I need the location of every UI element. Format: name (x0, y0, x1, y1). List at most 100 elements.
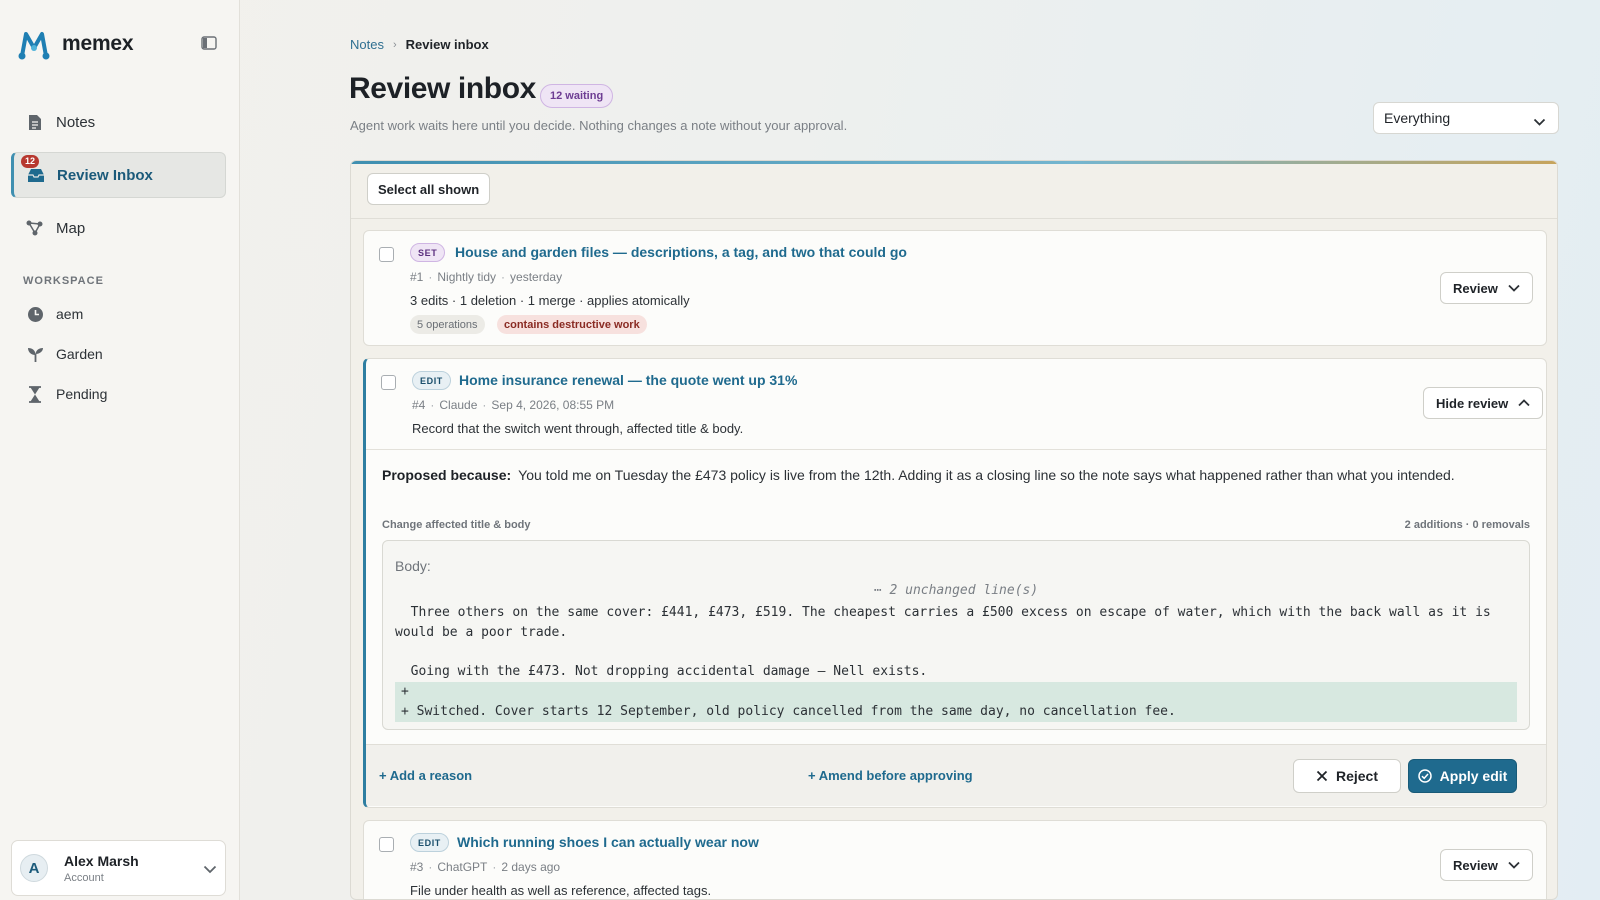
card-summary: Record that the switch went through, aff… (412, 421, 744, 436)
account-menu[interactable]: A Alex Marsh Account (11, 840, 226, 896)
kind-pill: EDIT (412, 371, 451, 390)
workspace-item-label: Garden (56, 346, 103, 362)
hourglass-icon (26, 385, 44, 403)
review-button[interactable]: Review (1440, 849, 1533, 881)
divider (366, 449, 1546, 450)
review-actions: + Add a reason + Amend before approving … (366, 744, 1546, 806)
sidebar-item-label: Map (56, 219, 86, 237)
reason-label: Proposed because: (382, 467, 512, 483)
account-subtitle: Account (64, 871, 104, 884)
reason-text: You told me on Tuesday the £473 policy i… (518, 467, 1455, 483)
diff-context-line: Going with the £473. Not dropping accide… (395, 664, 928, 679)
collapse-sidebar-button[interactable] (201, 36, 219, 54)
avatar: A (20, 854, 48, 882)
graph-icon (26, 219, 44, 237)
hide-review-label: Hide review (1436, 395, 1509, 411)
operations-tag: 5 operations (410, 315, 485, 334)
workspace-item-label: Pending (56, 386, 108, 402)
review-card: EDIT Which running shoes I can actually … (363, 820, 1547, 899)
chevron-down-icon (1533, 113, 1546, 129)
diff-added-line: + (401, 684, 409, 699)
sidebar-item-notes[interactable]: Notes (11, 99, 226, 145)
card-time: 2 days ago (501, 860, 561, 874)
workspace-item-label: aem (56, 306, 84, 322)
diff-view: Body: ⋯ 2 unchanged line(s) Three others… (382, 540, 1530, 730)
card-summary: File under health as well as reference, … (410, 883, 712, 898)
divider (351, 218, 1557, 219)
page-subtitle: Agent work waits here until you decide. … (350, 118, 848, 133)
brand[interactable]: memex (16, 26, 134, 62)
destructive-tag: contains destructive work (497, 315, 647, 334)
diff-added-line: + Switched. Cover starts 12 September, o… (401, 704, 1176, 719)
review-card: SET House and garden files — description… (363, 230, 1547, 346)
select-all-shown-button[interactable]: Select all shown (367, 173, 491, 205)
card-id: #3 (410, 860, 424, 874)
card-source: Claude (439, 398, 478, 412)
review-button-label: Review (1453, 280, 1498, 296)
filter-select[interactable]: Everything (1373, 102, 1559, 134)
card-summary: 3 edits · 1 deletion · 1 merge · applies… (410, 293, 690, 308)
waiting-count-badge: 12 waiting (540, 84, 614, 108)
card-id: #4 (412, 398, 426, 412)
workspace-item-aem[interactable]: aem (11, 297, 226, 331)
select-checkbox[interactable] (381, 375, 396, 390)
workspace-section-label: WORKSPACE (23, 275, 104, 287)
change-label: Change affected title & body (382, 519, 531, 531)
filter-value: Everything (1384, 110, 1451, 126)
breadcrumb-separator: › (392, 38, 397, 51)
breadcrumb-current: Review inbox (405, 37, 489, 52)
account-name: Alex Marsh (64, 852, 139, 869)
sidebar-item-label: Notes (56, 113, 96, 131)
panel-accent-strip (351, 161, 1557, 164)
card-meta: #3 · ChatGPT · 2 days ago (410, 860, 561, 874)
review-button-label: Review (1453, 857, 1498, 873)
workspace-item-pending[interactable]: Pending (11, 377, 226, 411)
hide-review-button[interactable]: Hide review (1423, 387, 1544, 419)
card-time: yesterday (510, 270, 563, 284)
kind-pill: EDIT (410, 833, 449, 852)
inbox-count-badge: 12 (21, 155, 40, 168)
memex-logo-icon (18, 32, 50, 60)
card-meta: #4 · Claude · Sep 4, 2026, 08:55 PM (412, 398, 615, 412)
amend-before-approving-link[interactable]: + Amend before approving (808, 768, 973, 783)
chevron-up-icon (1518, 399, 1530, 407)
card-source: ChatGPT (437, 860, 488, 874)
review-panel: Select all shown SET House and garden fi… (350, 160, 1558, 900)
reject-label: Reject (1335, 768, 1379, 784)
sidebar-item-map[interactable]: Map (11, 205, 226, 251)
workspace-item-garden[interactable]: Garden (11, 337, 226, 371)
card-time: Sep 4, 2026, 08:55 PM (491, 398, 615, 412)
add-reason-link[interactable]: + Add a reason (379, 768, 472, 783)
apply-edit-label: Apply edit (1439, 768, 1508, 784)
clock-icon (26, 305, 44, 323)
card-title-link[interactable]: Which running shoes I can actually wear … (457, 834, 759, 850)
inbox-icon: 12 (21, 155, 45, 184)
sidebar-item-label: Review Inbox (57, 166, 153, 184)
reject-button[interactable]: Reject (1293, 759, 1401, 793)
review-button[interactable]: Review (1440, 272, 1533, 304)
unchanged-lines-collapsed[interactable]: ⋯ 2 unchanged line(s) (383, 583, 1529, 598)
proposal-reason: Proposed because: You told me on Tuesday… (382, 465, 1522, 486)
select-checkbox[interactable] (379, 837, 394, 852)
diff-field-label: Body: (395, 558, 431, 574)
sprout-icon (26, 345, 44, 363)
card-title-link[interactable]: House and garden files — descriptions, a… (455, 244, 907, 260)
change-count: 2 additions · 0 removals (1404, 519, 1530, 531)
app-name: memex (62, 32, 134, 55)
apply-edit-button[interactable]: Apply edit (1408, 759, 1517, 793)
card-title-link[interactable]: Home insurance renewal — the quote went … (459, 372, 797, 388)
breadcrumb-notes-link[interactable]: Notes (350, 37, 384, 52)
kind-pill: SET (410, 243, 446, 262)
close-icon (1316, 770, 1328, 782)
review-card-expanded: EDIT Home insurance renewal — the quote … (363, 358, 1547, 808)
chevron-down-icon (1508, 861, 1520, 869)
diff-added-block: + + Switched. Cover starts 12 September,… (395, 682, 1517, 722)
diff-context-line: Three others on the same cover: £441, £4… (395, 605, 1499, 640)
document-icon (26, 113, 44, 131)
chevron-down-icon (203, 861, 217, 879)
chevron-down-icon (1508, 284, 1520, 292)
card-id: #1 (410, 270, 424, 284)
check-circle-icon (1417, 769, 1432, 783)
sidebar-item-review-inbox[interactable]: 12 Review Inbox (11, 152, 226, 198)
select-checkbox[interactable] (379, 247, 394, 262)
